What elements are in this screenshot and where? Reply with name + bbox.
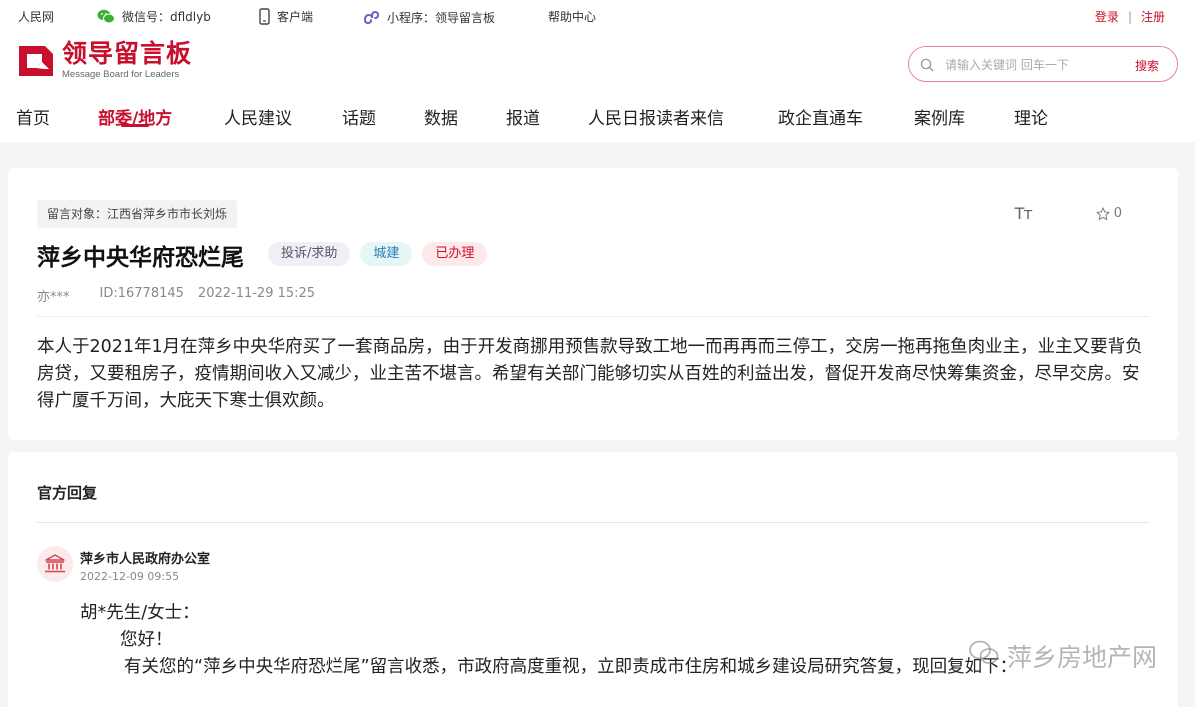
watermark-wechat-icon [969,640,999,672]
logo[interactable]: 领导留言板 Message Board for Leaders [16,40,192,80]
phone-icon [259,8,270,25]
nav-reader-letters[interactable]: 人民日报读者来信 [588,104,724,129]
nav-ministries-local[interactable]: 部委/地方 [98,104,172,129]
message-content: 本人于2021年1月在萍乡中央华府买了一套商品房，由于开发商挪用预售款导致工地一… [37,337,1143,411]
miniprogram-icon [362,8,380,26]
nav-gov-enterprise[interactable]: 政企直通车 [778,104,863,129]
site-link-label: 人民网 [18,10,55,24]
favorite-count: 0 [1113,206,1122,221]
nav-data[interactable]: 数据 [424,104,458,129]
nav-theory[interactable]: 理论 [1014,104,1048,129]
message-card: 留言对象：江西省萍乡市市长刘烁 Tт 0 萍乡中央华府恐烂尾 投诉/求助 城建 … [8,168,1178,440]
reply-date: 2022-12-09 09:55 [80,570,180,583]
meta-divider [37,316,1149,317]
search-icon [920,57,934,76]
watermark: 萍乡房地产网 [969,638,1157,674]
nav-people-suggestions[interactable]: 人民建议 [224,104,292,129]
wechat-label: 微信号：dfldlyb [122,10,211,24]
login-link[interactable]: 登录 [1095,10,1119,24]
reply-divider [37,522,1149,523]
help-label: 帮助中心 [548,10,597,24]
star-icon [1096,206,1110,220]
message-target: 留言对象：江西省萍乡市市长刘烁 [37,200,238,228]
miniprogram-label: 小程序：领导留言板 [387,10,496,25]
tag-status: 已办理 [422,242,488,266]
favorite-button[interactable]: 0 [1096,206,1122,221]
register-link[interactable]: 注册 [1141,10,1165,24]
message-tools: Tт 0 [1015,204,1122,223]
reply-org: 萍乡市人民政府办公室 [80,552,211,567]
logo-subtitle: Message Board for Leaders [62,69,180,80]
search-box: 搜索 [908,46,1178,82]
logo-title: 领导留言板 [62,39,193,68]
logo-mark-icon [19,46,53,76]
client-link[interactable]: 客户端 [259,8,313,25]
miniprogram-link[interactable]: 小程序：领导留言板 [362,8,495,26]
search-input[interactable] [945,55,1125,75]
nav-case-library[interactable]: 案例库 [914,104,965,129]
search-button[interactable]: 搜索 [1135,57,1159,74]
client-label: 客户端 [277,10,314,24]
message-id: ID:16778145 [99,286,184,301]
nav-home[interactable]: 首页 [16,104,50,129]
tag-field[interactable]: 城建 [360,242,413,266]
message-meta: 亦*** ID:16778145 2022-11-29 15:25 [37,286,345,305]
tag-category[interactable]: 投诉/求助 [268,242,351,266]
auth-links: 登录 | 注册 [1095,8,1165,25]
avatar [37,546,73,582]
wechat-icon [97,9,115,24]
nav-topics[interactable]: 话题 [342,104,376,129]
wechat-link[interactable]: 微信号：dfldlyb [97,8,211,25]
message-author: 亦*** [37,290,70,305]
nav-reports[interactable]: 报道 [506,104,540,129]
tag-list: 投诉/求助 城建 已办理 [268,242,497,266]
message-title: 萍乡中央华府恐烂尾 [37,245,244,271]
auth-separator: | [1127,10,1132,24]
government-building-icon [45,554,65,573]
reply-salutation: 胡*先生/女士： [80,603,200,623]
site-link[interactable]: 人民网 [18,8,54,25]
reply-heading: 官方回复 [37,484,98,502]
header: 领导留言板 Message Board for Leaders 搜索 首页 部委… [0,32,1195,142]
help-link[interactable]: 帮助中心 [548,8,596,25]
message-datetime: 2022-11-29 15:25 [197,286,316,301]
watermark-text: 萍乡房地产网 [1006,643,1157,672]
main-nav: 首页 部委/地方 人民建议 话题 数据 报道 人民日报读者来信 政企直通车 案例… [0,104,1195,144]
font-size-icon[interactable]: Tт [1015,204,1033,223]
top-bar: 人民网 微信号：dfldlyb 客户端 小程序：领导留言板 帮助中心 登录 | 注册 [0,0,1195,32]
